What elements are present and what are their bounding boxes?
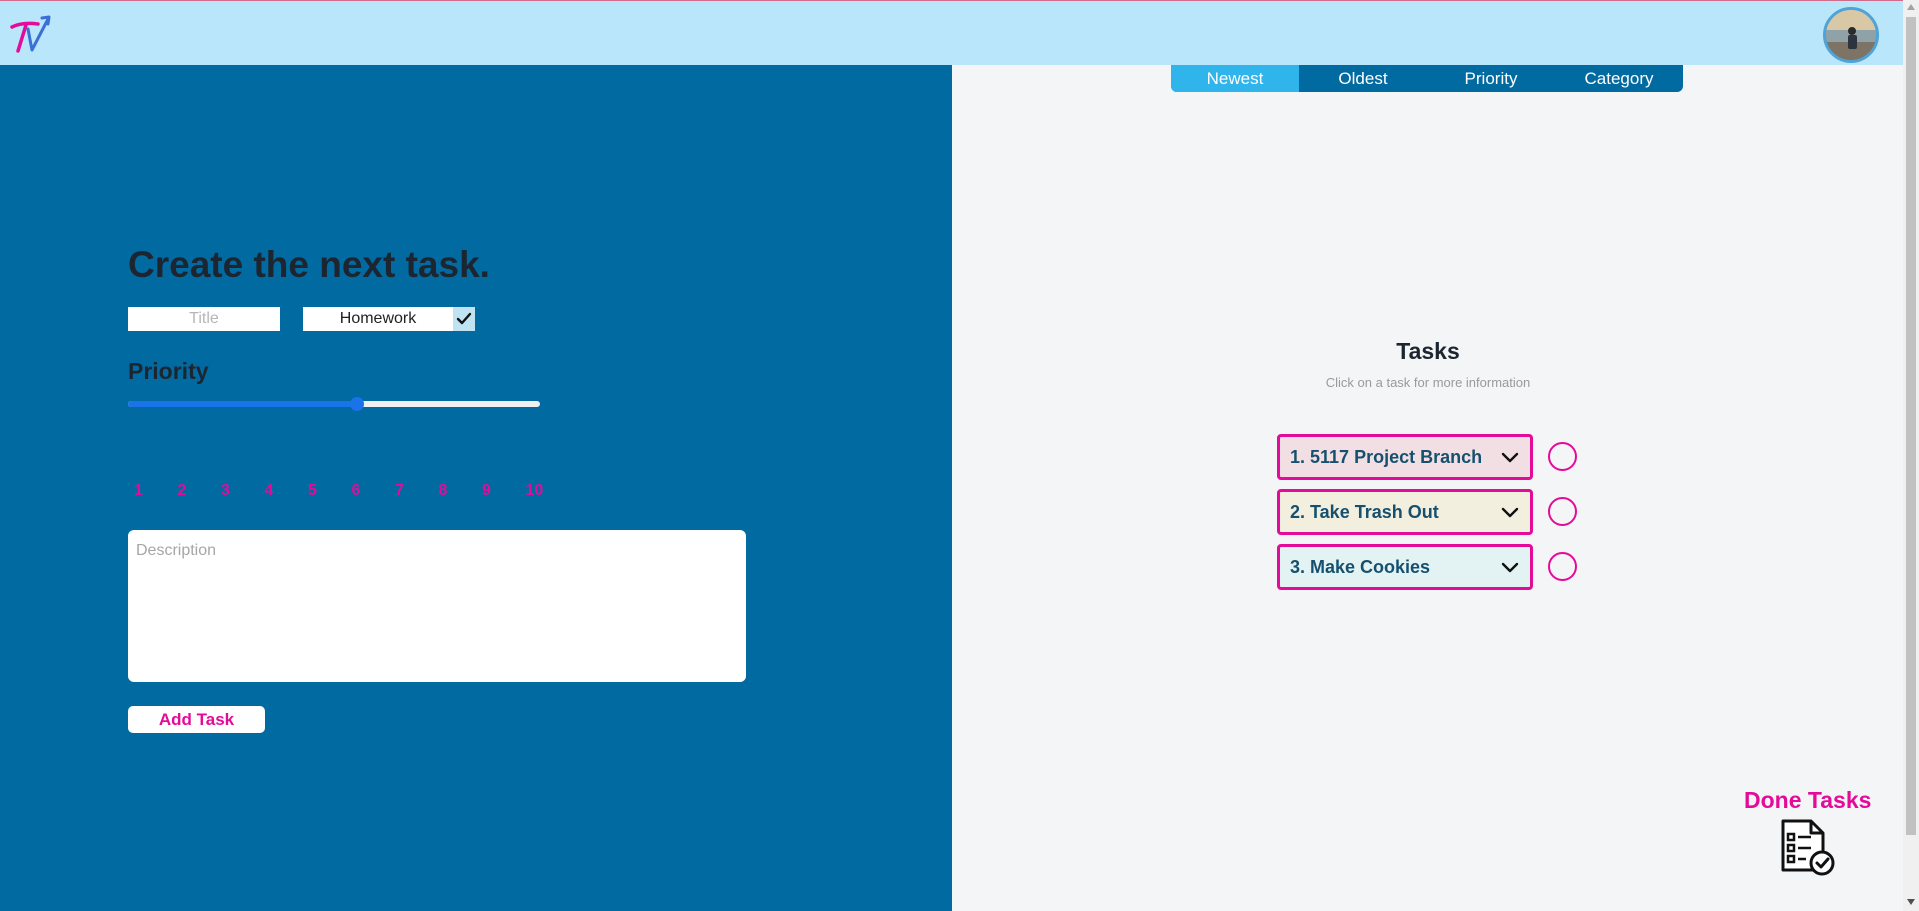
priority-tick: 4 xyxy=(264,482,274,499)
description-input[interactable] xyxy=(128,530,746,682)
task-item[interactable]: 1. 5117 Project Branch xyxy=(1277,434,1533,480)
priority-tick: 10 xyxy=(525,482,544,499)
task-complete-toggle[interactable] xyxy=(1548,442,1577,471)
category-select[interactable]: Homework xyxy=(303,307,475,331)
category-value: Homework xyxy=(339,310,417,327)
priority-tick: 9 xyxy=(482,482,491,499)
vertical-scrollbar[interactable] xyxy=(1903,0,1919,911)
chevron-down-icon[interactable] xyxy=(1500,560,1520,574)
title-input[interactable] xyxy=(128,307,280,331)
priority-slider[interactable] xyxy=(128,393,540,413)
chevron-down-icon[interactable] xyxy=(1500,505,1520,519)
scroll-thumb[interactable] xyxy=(1906,17,1916,835)
priority-label: Priority xyxy=(128,358,209,384)
tasks-subtitle: Click on a task for more information xyxy=(1325,375,1531,390)
task-complete-toggle[interactable] xyxy=(1548,552,1577,581)
create-task-heading: Create the next task. xyxy=(128,244,490,285)
tasks-heading: Tasks xyxy=(1396,338,1460,364)
task-label: 1. 5117 Project Branch xyxy=(1290,446,1483,467)
sort-tab-category[interactable]: Category xyxy=(1555,65,1683,92)
top-header xyxy=(0,0,1903,65)
scroll-up-arrow-icon[interactable] xyxy=(1907,4,1915,10)
priority-tick: 8 xyxy=(438,482,448,499)
priority-ticks: 1 2 3 4 5 6 7 8 9 10 xyxy=(128,482,548,504)
priority-tick: 2 xyxy=(177,482,187,499)
add-task-button[interactable]: Add Task xyxy=(128,706,265,733)
chevron-down-icon[interactable] xyxy=(1500,450,1520,464)
user-avatar[interactable] xyxy=(1823,7,1879,63)
sort-tab-newest[interactable]: Newest xyxy=(1171,65,1299,92)
priority-tick: 6 xyxy=(351,482,361,499)
checkmark-icon[interactable] xyxy=(453,307,475,331)
priority-tick: 3 xyxy=(221,482,230,499)
done-tasks-label[interactable]: Done Tasks xyxy=(1744,787,1871,814)
scroll-down-arrow-icon[interactable] xyxy=(1907,899,1915,905)
task-item[interactable]: 3. Make Cookies xyxy=(1277,544,1533,590)
app-root: Create the next task. Homework Priority … xyxy=(0,0,1919,911)
sort-tabs: Newest Oldest Priority Category xyxy=(1171,65,1683,92)
priority-tick: 7 xyxy=(395,482,404,499)
task-item[interactable]: 2. Take Trash Out xyxy=(1277,489,1533,535)
sort-tab-priority[interactable]: Priority xyxy=(1427,65,1555,92)
tv-logo-icon[interactable] xyxy=(8,13,54,55)
priority-tick: 1 xyxy=(134,482,143,499)
task-complete-toggle[interactable] xyxy=(1548,497,1577,526)
slider-thumb[interactable] xyxy=(350,397,364,411)
sort-tab-oldest[interactable]: Oldest xyxy=(1299,65,1427,92)
task-label: 2. Take Trash Out xyxy=(1290,501,1439,522)
checklist-done-icon[interactable] xyxy=(1777,818,1837,878)
task-label: 3. Make Cookies xyxy=(1290,556,1431,577)
slider-fill xyxy=(128,401,357,407)
avatar-photo xyxy=(1826,10,1876,60)
priority-tick: 5 xyxy=(308,482,317,499)
